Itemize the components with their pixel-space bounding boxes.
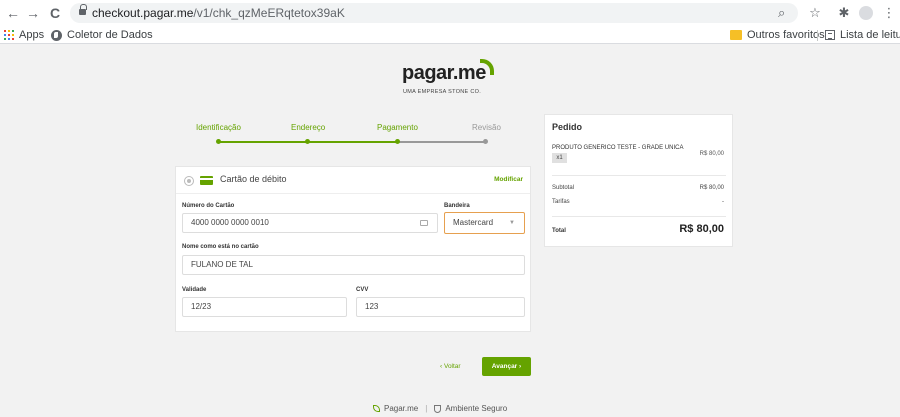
pagarme-leaf-icon	[373, 405, 380, 412]
fees-value: -	[722, 199, 724, 205]
star-icon[interactable]: ☆	[807, 3, 823, 23]
subtotal-value: R$ 80,00	[699, 185, 724, 191]
back-arrow-icon[interactable]: ←	[4, 3, 22, 23]
card-number-value: 4000 0000 0000 0010	[191, 218, 269, 227]
payment-method-radio[interactable]	[184, 176, 194, 186]
order-divider	[552, 175, 726, 176]
credit-card-icon	[200, 176, 213, 185]
cardholder-name-value: FULANO DE TAL	[191, 260, 253, 269]
bookmark-apps[interactable]: Apps	[4, 28, 44, 42]
subtotal-label: Subtotal	[552, 185, 575, 191]
forward-arrow-icon[interactable]: →	[24, 3, 42, 23]
card-number-card-icon	[420, 220, 428, 226]
step-line-pending	[397, 141, 486, 143]
browser-toolbar: ← → C checkout.pagar.me/v1/chk_qzMeERqte…	[0, 0, 900, 26]
globe-icon	[51, 29, 62, 41]
extensions-icon[interactable]: ✱	[836, 3, 852, 23]
bookmark-outros-label: Outros favoritos	[747, 29, 825, 41]
apps-grid-icon	[4, 30, 14, 40]
payment-method-label: Cartão de débito	[220, 174, 287, 184]
footer-secure-label: Ambiente Seguro	[445, 404, 508, 413]
bookmark-apps-label: Apps	[19, 29, 45, 41]
logo-main: pagar	[402, 62, 453, 84]
reading-list-icon	[825, 30, 835, 40]
menu-icon[interactable]: ⋮	[882, 3, 896, 23]
product-quantity-badge: x1	[552, 153, 567, 163]
folder-icon	[730, 30, 742, 40]
order-summary: Pedido PRODUTO GENERICO TESTE - GRADE UN…	[544, 114, 733, 247]
card-number-label: Número do Cartão	[182, 203, 235, 209]
bookmarks-bar: Apps Coletor de Dados Outros favoritos L…	[0, 26, 900, 44]
payment-method-card: Cartão de débito Modificar Número do Car…	[175, 166, 531, 332]
bookmark-coletor-label: Coletor de Dados	[67, 29, 153, 41]
bookmark-separator	[817, 30, 818, 41]
logo-tagline: UMA EMPRESA STONE CO.	[403, 89, 482, 95]
shield-icon	[434, 404, 442, 413]
card-number-field[interactable]: 4000 0000 0000 0010	[182, 213, 438, 233]
order-divider	[552, 216, 726, 217]
step-dot-endereco	[305, 139, 310, 144]
step-pagamento-label: Pagamento	[377, 123, 418, 132]
brand-value: Mastercard	[453, 218, 494, 227]
cvv-value: 123	[365, 302, 379, 311]
total-label: Total	[552, 228, 566, 234]
cardholder-name-label: Nome como está no cartão	[182, 244, 259, 250]
total-value: R$ 80,00	[679, 223, 724, 235]
lock-icon	[79, 4, 87, 16]
bookmark-outros[interactable]: Outros favoritos	[730, 28, 825, 42]
url-path: /v1/chk_qzMeERqtetox39aK	[193, 6, 345, 20]
footer-brand: Pagar.me	[384, 404, 419, 413]
profile-avatar-icon[interactable]	[858, 3, 874, 23]
fees-label: Tarifas	[552, 199, 570, 205]
url-domain: checkout.pagar.me	[92, 6, 194, 20]
bookmark-reading-list[interactable]: Lista de leitura	[825, 28, 900, 42]
step-dot-identificacao	[216, 139, 221, 144]
step-endereco-label: Endereço	[291, 123, 326, 132]
cvv-field[interactable]: 123	[356, 297, 525, 317]
footer-separator: |	[425, 404, 428, 413]
validity-label: Validade	[182, 287, 207, 293]
address-bar[interactable]: checkout.pagar.me/v1/chk_qzMeERqtetox39a…	[70, 3, 798, 23]
product-price: R$ 80,00	[699, 151, 724, 157]
modify-link[interactable]: Modificar	[494, 176, 523, 183]
pagarme-logo: pagar.me	[402, 62, 486, 85]
chevron-down-icon: ▼	[509, 220, 515, 226]
brand-select[interactable]: Mastercard ▼	[444, 212, 525, 234]
reload-icon[interactable]: C	[46, 3, 64, 23]
cardholder-name-field[interactable]: FULANO DE TAL	[182, 255, 525, 275]
card-divider	[176, 193, 530, 194]
advance-button[interactable]: Avançar ›	[482, 357, 531, 376]
validity-value: 12/23	[191, 302, 212, 311]
cvv-label: CVV	[356, 287, 369, 293]
validity-field[interactable]: 12/23	[182, 297, 347, 317]
step-dot-revisao	[483, 139, 488, 144]
back-button[interactable]: ‹ Voltar	[440, 363, 461, 370]
page-footer: Pagar.me | Ambiente Seguro	[373, 404, 507, 413]
step-identificacao-label: Identificação	[196, 123, 241, 132]
step-dot-pagamento	[395, 139, 400, 144]
zoom-icon[interactable]: ⌕	[778, 3, 785, 23]
bookmark-reading-list-label: Lista de leitura	[840, 29, 900, 41]
logo-arc-icon	[480, 59, 494, 75]
step-revisao-label: Revisão	[472, 123, 501, 132]
product-name: PRODUTO GENERICO TESTE - GRADE UNICA	[552, 145, 684, 151]
bookmark-coletor[interactable]: Coletor de Dados	[51, 28, 153, 42]
brand-label: Bandeira	[444, 203, 470, 209]
url-text[interactable]: checkout.pagar.me/v1/chk_qzMeERqtetox39a…	[92, 6, 345, 20]
order-title: Pedido	[552, 122, 583, 132]
